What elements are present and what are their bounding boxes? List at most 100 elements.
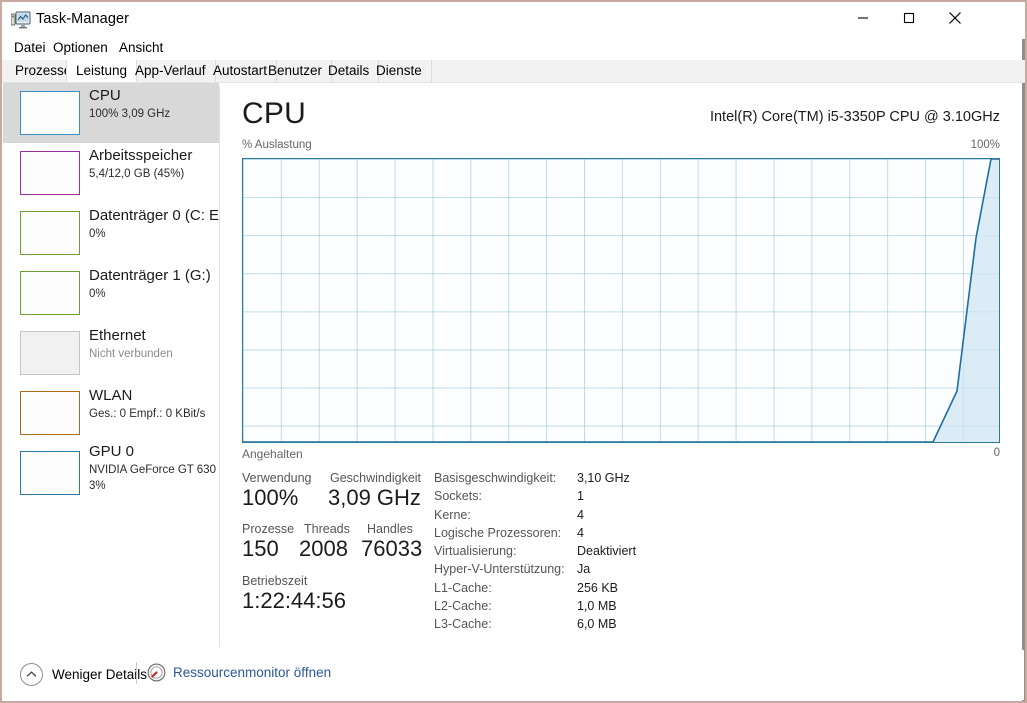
- sidebar-item-cpu-title: CPU: [89, 87, 121, 104]
- sidebar-item-wlan-sub: Ges.: 0 Empf.: 0 KBit/s: [89, 408, 205, 420]
- spec-key-l3-cache: L3-Cache:: [434, 617, 492, 631]
- minimize-icon: [857, 12, 869, 24]
- sidebar-item-gpu-0-sub: NVIDIA GeForce GT 630: [89, 464, 216, 476]
- menu-item-ansicht[interactable]: Ansicht: [115, 39, 167, 56]
- disk-1-thumbnail-graph: [20, 271, 80, 315]
- cpu-utilization-graph[interactable]: [242, 158, 1000, 443]
- sidebar-item-memory-sub: 5,4/12,0 GB (45%): [89, 168, 184, 180]
- stat-label-handles: Handles: [367, 522, 413, 536]
- resource-sidebar: CPU 100% 3,09 GHz Arbeitsspeicher 5,4/12…: [3, 83, 219, 647]
- minimize-button[interactable]: [840, 2, 886, 33]
- sidebar-item-ethernet-title: Ethernet: [89, 327, 146, 344]
- less-details-label: Weniger Details: [52, 667, 147, 682]
- maximize-icon: [903, 12, 915, 24]
- close-button[interactable]: [932, 2, 978, 33]
- performance-detail-panel: CPU Intel(R) Core(TM) i5-3350P CPU @ 3.1…: [222, 83, 1022, 647]
- title-bar[interactable]: Task-Manager: [2, 2, 1025, 39]
- task-manager-window: Task-Manager Datei Optionen Ansicht Proz…: [0, 0, 1027, 703]
- graph-axis-label: % Auslastung: [242, 139, 312, 151]
- spec-key-virtualisierung: Virtualisierung:: [434, 544, 516, 558]
- spec-value-hyper-v: Ja: [577, 562, 590, 576]
- resource-monitor-link[interactable]: Ressourcenmonitor öffnen: [147, 663, 331, 682]
- spec-row-logische-prozessoren: Logische Prozessoren: 4: [434, 526, 764, 544]
- spec-value-virtualisierung: Deaktiviert: [577, 544, 636, 558]
- spec-value-l3-cache: 6,0 MB: [577, 617, 617, 631]
- sidebar-item-gpu-0-title: GPU 0: [89, 443, 134, 460]
- sidebar-item-disk-1-sub: 0%: [89, 288, 106, 300]
- menu-item-optionen[interactable]: Optionen: [49, 39, 112, 56]
- graph-min-label: 0: [994, 447, 1000, 459]
- spec-key-hyper-v: Hyper-V-Unterstützung:: [434, 562, 565, 576]
- spec-value-kerne: 4: [577, 508, 584, 522]
- sidebar-item-disk-1-title: Datenträger 1 (G:): [89, 267, 211, 284]
- spec-key-l2-cache: L2-Cache:: [434, 599, 492, 613]
- cpu-model-name: Intel(R) Core(TM) i5-3350P CPU @ 3.10GHz: [710, 109, 1000, 125]
- cpu-area-fill: [243, 159, 999, 442]
- close-icon: [948, 11, 962, 25]
- spec-row-kerne: Kerne: 4: [434, 508, 764, 526]
- stat-value-betriebszeit: 1:22:44:56: [242, 588, 346, 614]
- sidebar-item-memory-title: Arbeitsspeicher: [89, 147, 192, 164]
- menu-bar: Datei Optionen Ansicht: [2, 37, 1025, 59]
- sidebar-divider: [219, 86, 220, 647]
- window-title: Task-Manager: [36, 11, 129, 27]
- stat-value-handles: 76033: [361, 536, 422, 562]
- sidebar-item-ethernet-sub: Nicht verbunden: [89, 348, 173, 360]
- stat-label-betriebszeit: Betriebszeit: [242, 574, 307, 588]
- window-frame-right-edge: [1022, 2, 1025, 703]
- spec-row-sockets: Sockets: 1: [434, 489, 764, 507]
- stat-label-prozesse: Prozesse: [242, 522, 294, 536]
- spec-key-logische-prozessoren: Logische Prozessoren:: [434, 526, 561, 540]
- menu-item-datei[interactable]: Datei: [10, 39, 50, 56]
- task-manager-icon: [11, 11, 31, 29]
- gpu-0-thumbnail-graph: [20, 451, 80, 495]
- status-bar-separator: [136, 662, 137, 684]
- tab-bar: Prozesse Leistung App-Verlauf Autostart …: [2, 60, 1025, 82]
- sidebar-item-wlan[interactable]: WLAN Ges.: 0 Empf.: 0 KBit/s: [3, 383, 219, 443]
- sidebar-item-gpu-0-sub2: 3%: [89, 480, 106, 492]
- cpu-spec-list: Basisgeschwindigkeit: 3,10 GHz Sockets: …: [434, 471, 764, 636]
- cpu-thumbnail-graph: [20, 91, 80, 135]
- spec-row-basisgeschwindigkeit: Basisgeschwindigkeit: 3,10 GHz: [434, 471, 764, 489]
- page-title: CPU: [242, 97, 306, 131]
- stat-label-geschwindigkeit: Geschwindigkeit: [330, 471, 421, 485]
- ethernet-thumbnail-graph: [20, 331, 80, 375]
- stat-value-verwendung: 100%: [242, 485, 298, 511]
- resource-monitor-icon: [147, 663, 166, 682]
- stat-value-threads: 2008: [299, 536, 348, 562]
- stat-label-verwendung: Verwendung: [242, 471, 312, 485]
- spec-value-sockets: 1: [577, 489, 584, 503]
- spec-value-l1-cache: 256 KB: [577, 581, 618, 595]
- less-details-button[interactable]: Weniger Details: [20, 663, 147, 686]
- stat-label-threads: Threads: [304, 522, 350, 536]
- cpu-utilization-plot: [243, 159, 999, 442]
- graph-status-label: Angehalten: [242, 447, 303, 461]
- cpu-line: [243, 159, 999, 442]
- sidebar-item-cpu[interactable]: CPU 100% 3,09 GHz: [3, 83, 219, 143]
- resource-monitor-label: Ressourcenmonitor öffnen: [173, 665, 331, 680]
- memory-thumbnail-graph: [20, 151, 80, 195]
- sidebar-item-ethernet[interactable]: Ethernet Nicht verbunden: [3, 323, 219, 383]
- stat-value-geschwindigkeit: 3,09 GHz: [328, 485, 421, 511]
- sidebar-item-disk-0[interactable]: Datenträger 0 (C: E 0%: [3, 203, 219, 263]
- maximize-button[interactable]: [886, 2, 932, 33]
- sidebar-item-disk-0-title: Datenträger 0 (C: E: [89, 207, 219, 224]
- tab-app-verlauf[interactable]: App-Verlauf: [126, 60, 216, 82]
- chevron-up-icon: [20, 663, 43, 686]
- sidebar-item-disk-0-sub: 0%: [89, 228, 106, 240]
- spec-row-l2-cache: L2-Cache: 1,0 MB: [434, 599, 764, 617]
- sidebar-item-memory[interactable]: Arbeitsspeicher 5,4/12,0 GB (45%): [3, 143, 219, 203]
- wlan-thumbnail-graph: [20, 391, 80, 435]
- spec-row-l1-cache: L1-Cache: 256 KB: [434, 581, 764, 599]
- spec-row-l3-cache: L3-Cache: 6,0 MB: [434, 617, 764, 635]
- spec-row-hyper-v: Hyper-V-Unterstützung: Ja: [434, 562, 764, 580]
- tab-dienste[interactable]: Dienste: [367, 60, 432, 82]
- spec-value-l2-cache: 1,0 MB: [577, 599, 617, 613]
- graph-max-label: 100%: [971, 139, 1000, 151]
- disk-0-thumbnail-graph: [20, 211, 80, 255]
- spec-row-virtualisierung: Virtualisierung: Deaktiviert: [434, 544, 764, 562]
- spec-value-logische-prozessoren: 4: [577, 526, 584, 540]
- sidebar-item-disk-1[interactable]: Datenträger 1 (G:) 0%: [3, 263, 219, 323]
- sidebar-item-gpu-0[interactable]: GPU 0 NVIDIA GeForce GT 630 3%: [3, 443, 219, 503]
- stat-value-prozesse: 150: [242, 536, 279, 562]
